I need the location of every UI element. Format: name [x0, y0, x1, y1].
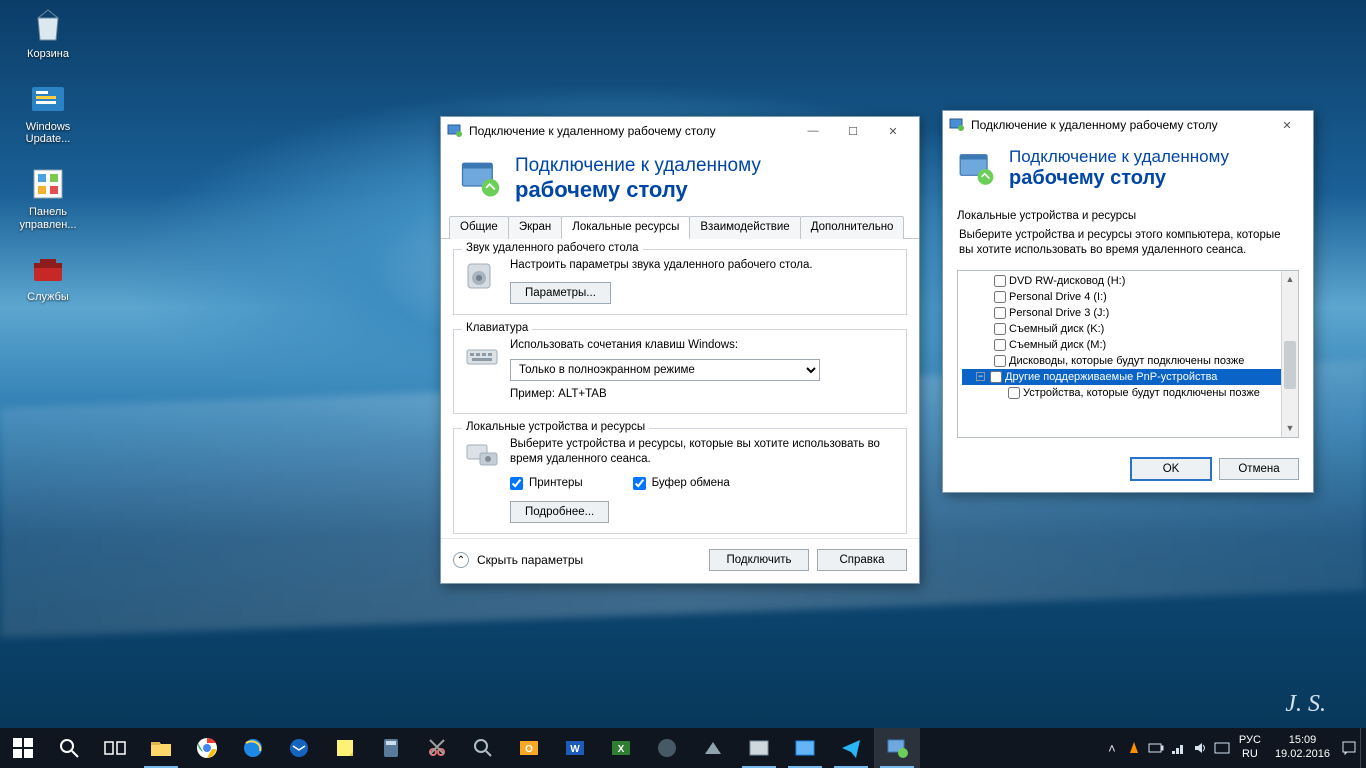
tray-volume-icon[interactable]	[1189, 728, 1211, 768]
tree-scrollbar[interactable]: ▲ ▼	[1281, 271, 1298, 437]
banner: Подключение к удаленному рабочему столу	[441, 145, 919, 217]
clock[interactable]: 15:0919.02.2016	[1267, 734, 1338, 762]
rdc-icon	[949, 117, 965, 133]
taskbar-window1[interactable]	[736, 728, 782, 768]
tab-strip: Общие Экран Локальные ресурсы Взаимодейс…	[441, 215, 919, 239]
show-desktop-button[interactable]	[1360, 728, 1366, 768]
banner: Подключение к удаленному рабочему столу	[943, 139, 1313, 200]
recycle-bin[interactable]: Корзина	[12, 6, 84, 61]
tab-display[interactable]: Экран	[508, 216, 562, 239]
taskbar-calculator[interactable]	[368, 728, 414, 768]
taskbar-snipping[interactable]	[414, 728, 460, 768]
rdc-icon	[447, 123, 463, 139]
desktop-icons: Корзина Windows Update... Панель управле…	[12, 6, 84, 304]
svg-text:O: O	[525, 744, 533, 755]
action-center-icon[interactable]	[1338, 728, 1360, 768]
taskbar-telegram[interactable]	[828, 728, 874, 768]
keyboard-icon	[464, 338, 500, 374]
ok-button[interactable]: OK	[1131, 458, 1211, 480]
tray-battery-icon[interactable]	[1145, 728, 1167, 768]
speaker-icon	[464, 258, 500, 294]
collapse-icon[interactable]: ⌃	[453, 552, 469, 568]
svg-text:X: X	[618, 744, 625, 755]
tab-general[interactable]: Общие	[449, 216, 509, 239]
wallpaper-signature: J. S.	[1285, 691, 1326, 718]
tree-item[interactable]: Personal Drive 3 (J:)	[962, 305, 1294, 321]
search-button[interactable]	[46, 728, 92, 768]
services-shortcut[interactable]: Службы	[12, 249, 84, 304]
rdc-large-icon	[459, 158, 501, 200]
rdc-large-icon	[957, 150, 995, 188]
taskbar-explorer[interactable]	[138, 728, 184, 768]
keyboard-group: Клавиатура Использовать сочетания клавиш…	[453, 329, 907, 414]
hide-options-link[interactable]: Скрыть параметры	[477, 553, 583, 567]
scroll-up-icon[interactable]: ▲	[1282, 271, 1298, 288]
help-button[interactable]: Справка	[817, 549, 907, 571]
taskbar-sticky-notes[interactable]	[322, 728, 368, 768]
tray-network-icon[interactable]	[1167, 728, 1189, 768]
titlebar[interactable]: Подключение к удаленному рабочему столу …	[943, 111, 1313, 139]
language-indicator[interactable]: РУСRU	[1233, 734, 1267, 762]
keyboard-combo[interactable]: Только в полноэкранном режиме	[510, 359, 820, 381]
svg-text:W: W	[570, 744, 580, 755]
cancel-button[interactable]: Отмена	[1219, 458, 1299, 480]
minimize-button[interactable]: —	[793, 119, 833, 143]
close-button[interactable]: ✕	[873, 119, 913, 143]
scroll-down-icon[interactable]: ▼	[1282, 420, 1298, 437]
titlebar[interactable]: Подключение к удаленному рабочему столу …	[441, 117, 919, 145]
tree-item[interactable]: Устройства, которые будут подключены поз…	[962, 385, 1294, 401]
tray-keyboard-icon[interactable]	[1211, 728, 1233, 768]
taskbar-outlook[interactable]: O	[506, 728, 552, 768]
taskbar-app2[interactable]	[690, 728, 736, 768]
devices-section: Локальные устройства и ресурсы Выберите …	[953, 206, 1303, 264]
taskbar-window2[interactable]	[782, 728, 828, 768]
taskbar-thunderbird[interactable]	[276, 728, 322, 768]
taskbar-magnifier[interactable]	[460, 728, 506, 768]
tab-local-resources[interactable]: Локальные ресурсы	[561, 216, 690, 239]
dialog-footer: OK Отмена	[943, 448, 1313, 492]
clipboard-checkbox[interactable]: Буфер обмена	[633, 476, 730, 492]
audio-settings-button[interactable]: Параметры...	[510, 282, 611, 304]
tray-chevron-icon[interactable]: ˄	[1101, 728, 1123, 768]
maximize-button[interactable]: ☐	[833, 119, 873, 143]
taskbar: O W X ˄ РУСRU 15:0919.02.2016	[0, 728, 1366, 768]
windows-update-shortcut[interactable]: Windows Update...	[12, 79, 84, 146]
taskbar-ie[interactable]	[230, 728, 276, 768]
local-resources-group: Локальные устройства и ресурсы Выберите …	[453, 428, 907, 535]
tree-item[interactable]: DVD RW-дисковод (H:)	[962, 273, 1294, 289]
tree-item[interactable]: Съемный диск (M:)	[962, 337, 1294, 353]
window-footer: ⌃ Скрыть параметры Подключить Справка	[441, 538, 919, 583]
tab-advanced[interactable]: Дополнительно	[800, 216, 905, 239]
printers-checkbox[interactable]: Принтеры	[510, 476, 583, 492]
close-button[interactable]: ✕	[1267, 113, 1307, 137]
taskbar-word[interactable]: W	[552, 728, 598, 768]
tray-vlc-icon[interactable]	[1123, 728, 1145, 768]
start-button[interactable]	[0, 728, 46, 768]
tree-item[interactable]: Дисководы, которые будут подключены позж…	[962, 353, 1294, 369]
control-panel-shortcut[interactable]: Панель управлен...	[12, 164, 84, 231]
tab-experience[interactable]: Взаимодействие	[689, 216, 800, 239]
devices-icon	[464, 437, 500, 473]
tree-item[interactable]: Personal Drive 4 (I:)	[962, 289, 1294, 305]
devices-tree[interactable]: DVD RW-дисковод (H:)Personal Drive 4 (I:…	[957, 270, 1299, 438]
rdc-devices-window: Подключение к удаленному рабочему столу …	[942, 110, 1314, 493]
rdc-main-window: Подключение к удаленному рабочему столу …	[440, 116, 920, 584]
connect-button[interactable]: Подключить	[709, 549, 809, 571]
more-button[interactable]: Подробнее...	[510, 501, 609, 523]
task-view-button[interactable]	[92, 728, 138, 768]
taskbar-rdc[interactable]	[874, 728, 920, 768]
tree-item[interactable]: Съемный диск (K:)	[962, 321, 1294, 337]
taskbar-app1[interactable]	[644, 728, 690, 768]
tree-item[interactable]: −Другие поддерживаемые PnP-устройства	[962, 369, 1294, 385]
taskbar-chrome[interactable]	[184, 728, 230, 768]
audio-group: Звук удаленного рабочего стола Настроить…	[453, 249, 907, 315]
taskbar-excel[interactable]: X	[598, 728, 644, 768]
